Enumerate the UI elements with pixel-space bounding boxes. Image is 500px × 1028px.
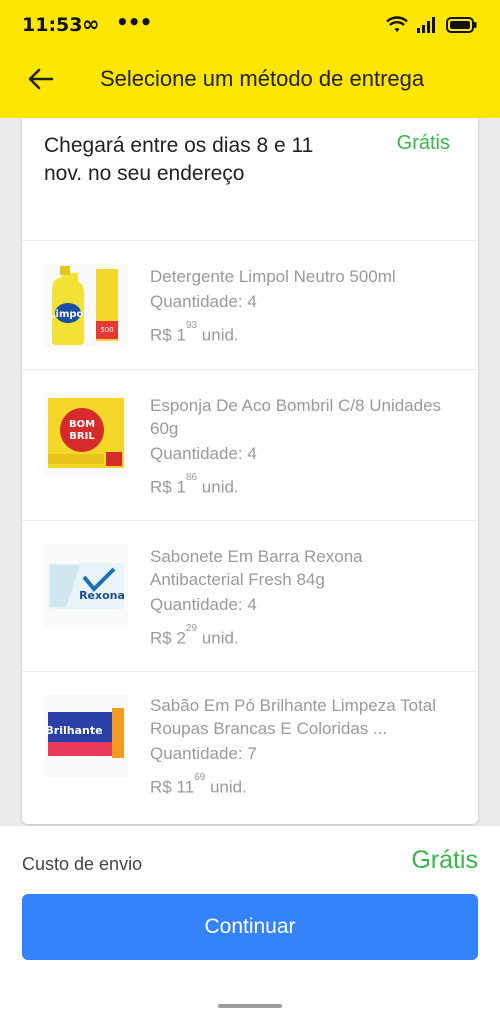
arrow-left-icon	[28, 68, 54, 90]
price-amount: R$ 1	[150, 477, 186, 497]
battery-icon	[446, 17, 477, 33]
item-name: Detergente Limpol Neutro 500ml	[150, 267, 396, 286]
price-unit: unid.	[201, 628, 239, 648]
item-price: R$ 229 unid.	[150, 623, 458, 650]
svg-text:Brilhante: Brilhante	[45, 724, 102, 737]
item-quantity: Quantidade: 7	[150, 744, 257, 763]
price-unit: unid.	[201, 477, 239, 497]
shipping-cost-value: Grátis	[411, 846, 478, 874]
item-details: Sabonete Em Barra Rexona Antibacterial F…	[150, 545, 458, 650]
shipment-cost: Grátis	[396, 132, 450, 154]
item-name: Esponja De Aco Bombril C/8 Unidades 60g	[150, 396, 442, 438]
list-item: BOM BRIL Esponja De Aco Bombril C/8 Unid…	[22, 369, 478, 520]
list-item: Rexona Sabonete Em Barra Rexona Antibact…	[22, 520, 478, 671]
price-cents: 86	[185, 472, 198, 483]
price-unit: unid.	[209, 777, 247, 797]
product-image-rexona: Rexona	[44, 543, 128, 627]
signal-icon	[417, 17, 435, 33]
item-details: Esponja De Aco Bombril C/8 Unidades 60g …	[150, 394, 458, 499]
status-icons	[386, 16, 478, 34]
svg-text:Limpol: Limpol	[49, 309, 87, 320]
svg-text:BOM: BOM	[69, 419, 95, 430]
svg-text:BRIL: BRIL	[69, 431, 95, 442]
item-quantity: Quantidade: 4	[150, 595, 257, 614]
item-price: R$ 193 unid.	[150, 320, 458, 347]
checkout-footer: Custo de envio Grátis Continuar	[0, 826, 500, 1028]
item-details: Detergente Limpol Neutro 500ml Quantidad…	[150, 265, 458, 347]
loop-icon: ∞	[82, 12, 100, 36]
item-price: R$ 1169 unid.	[150, 772, 458, 799]
back-button[interactable]	[26, 64, 56, 94]
arrival-estimate: Chegará entre os dias 8 e 11 nov. no seu…	[44, 134, 314, 185]
app-header: 11:53 ∞ ••• Selecione um método de entre…	[0, 0, 500, 118]
soap-bar-image: Rexona	[44, 543, 128, 627]
price-cents: 69	[194, 772, 206, 783]
item-details: Sabão Em Pó Brilhante Limpeza Total Roup…	[150, 694, 458, 799]
item-price: R$ 186 unid.	[150, 472, 458, 499]
continue-button[interactable]: Continuar	[22, 894, 478, 960]
price-cents: 93	[185, 320, 198, 331]
svg-text:500: 500	[100, 326, 113, 334]
price-amount: R$ 2	[150, 628, 186, 648]
price-amount: R$ 11	[150, 777, 195, 797]
shipment-card: Chegará entre os dias 8 e 11 nov. no seu…	[22, 118, 478, 824]
price-unit: unid.	[201, 325, 239, 345]
wifi-icon	[386, 16, 408, 32]
list-item: Limpol 500 Detergente Limpol Neutro 500m…	[22, 240, 478, 369]
list-item: Brilhante Sabão Em Pó Brilhante Limpeza …	[22, 671, 478, 824]
detergent-bottle-image: Limpol 500	[44, 263, 128, 347]
item-name: Sabão Em Pó Brilhante Limpeza Total Roup…	[150, 696, 437, 738]
product-image-bombril: BOM BRIL	[44, 392, 128, 476]
steel-wool-pack-image: BOM BRIL	[44, 392, 128, 476]
more-notifications-icon: •••	[116, 10, 152, 34]
svg-text:Rexona: Rexona	[79, 589, 125, 602]
item-quantity: Quantidade: 4	[150, 444, 257, 463]
status-bar: 11:53 ∞ •••	[0, 0, 500, 52]
home-indicator[interactable]	[218, 1004, 282, 1008]
status-time: 11:53	[22, 14, 83, 36]
detergent-box-image: Brilhante	[44, 694, 128, 778]
shipping-cost-label: Custo de envio	[22, 854, 143, 874]
price-amount: R$ 1	[150, 325, 186, 345]
item-name: Sabonete Em Barra Rexona Antibacterial F…	[150, 547, 363, 589]
item-quantity: Quantidade: 4	[150, 292, 257, 311]
page-title: Selecione um método de entrega	[100, 66, 425, 91]
price-cents: 29	[185, 623, 198, 634]
product-image-limpol: Limpol 500	[44, 263, 128, 347]
product-image-brilhante: Brilhante	[44, 694, 128, 778]
